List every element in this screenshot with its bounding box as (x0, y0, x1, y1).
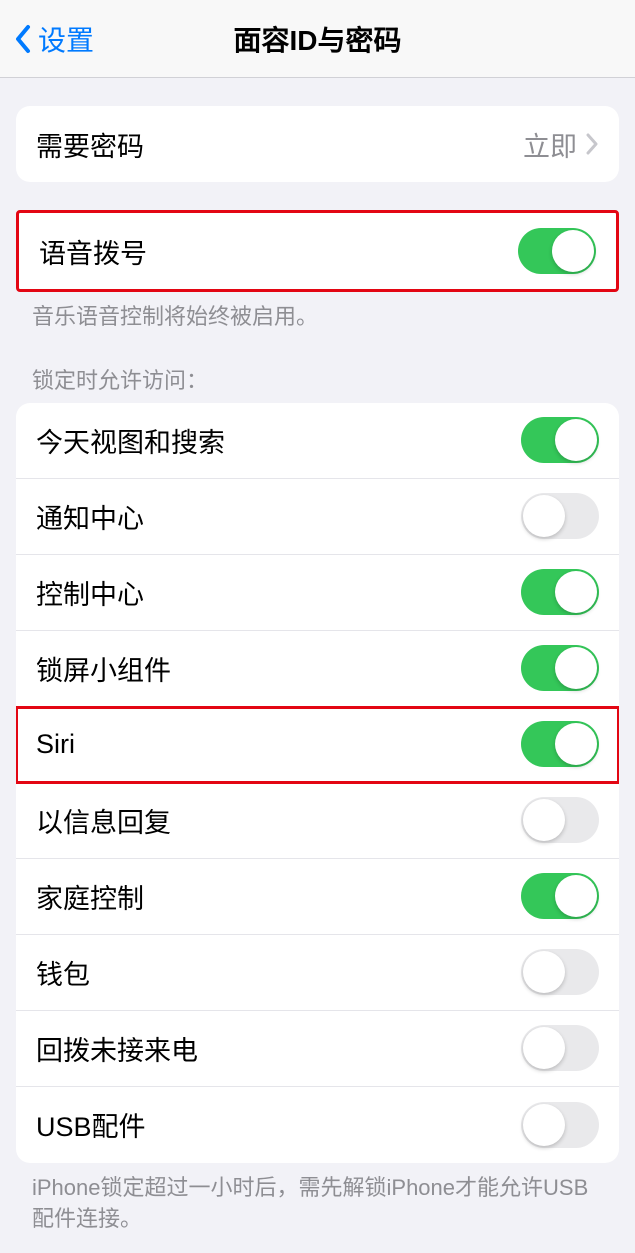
voice-dial-section: 语音拨号 (16, 210, 619, 292)
list-item-label: 控制中心 (36, 573, 144, 612)
list-item-toggle[interactable] (521, 873, 599, 919)
list-item-label: 家庭控制 (36, 877, 144, 916)
voice-dial-footer: 音乐语音控制将始终被启用。 (0, 292, 635, 333)
list-item-toggle[interactable] (521, 417, 599, 463)
chevron-left-icon (14, 24, 32, 54)
list-item-label: 回拨未接来电 (36, 1029, 198, 1068)
header: 设置 面容ID与密码 (0, 0, 635, 78)
lock-access-list: 今天视图和搜索通知中心控制中心锁屏小组件 Siri 以信息回复家庭控制钱包回拨未接来… (16, 403, 619, 1163)
list-item-toggle[interactable] (521, 721, 599, 767)
list-item: 锁屏小组件 (16, 631, 619, 707)
chevron-right-icon (585, 133, 599, 155)
list-item-label: USB配件 (36, 1105, 146, 1144)
list-item: 以信息回复 (16, 783, 619, 859)
list-item: 回拨未接来电 (16, 1011, 619, 1087)
require-passcode-section: 需要密码 立即 (16, 106, 619, 182)
list-item-label: 通知中心 (36, 497, 144, 536)
lock-access-footer: iPhone锁定超过一小时后，需先解锁iPhone才能允许USB配件连接。 (0, 1163, 635, 1235)
list-item-label: 以信息回复 (36, 801, 171, 840)
back-button[interactable]: 设置 (0, 19, 94, 59)
require-passcode-value: 立即 (523, 125, 577, 164)
voice-dial-label: 语音拨号 (39, 232, 147, 271)
list-item: USB配件 (16, 1087, 619, 1163)
list-item-toggle[interactable] (521, 1102, 599, 1148)
voice-dial-toggle[interactable] (518, 228, 596, 274)
list-item-label: 锁屏小组件 (36, 649, 171, 688)
require-passcode-label: 需要密码 (36, 125, 144, 164)
list-item-toggle[interactable] (521, 949, 599, 995)
list-item-toggle[interactable] (521, 645, 599, 691)
list-item: 家庭控制 (16, 859, 619, 935)
voice-dial-row: 语音拨号 (19, 213, 616, 289)
list-item-label: Siri (36, 729, 75, 760)
list-item: Siri (16, 707, 619, 783)
page-title: 面容ID与密码 (233, 19, 401, 59)
list-item-label: 今天视图和搜索 (36, 421, 225, 460)
list-item: 通知中心 (16, 479, 619, 555)
list-item: 今天视图和搜索 (16, 403, 619, 479)
list-item-toggle[interactable] (521, 1025, 599, 1071)
require-passcode-row[interactable]: 需要密码 立即 (16, 106, 619, 182)
list-item-toggle[interactable] (521, 569, 599, 615)
lock-access-header: 锁定时允许访问： (0, 333, 635, 403)
list-item-label: 钱包 (36, 953, 90, 992)
list-item-toggle[interactable] (521, 493, 599, 539)
list-item: 钱包 (16, 935, 619, 1011)
list-item: 控制中心 (16, 555, 619, 631)
list-item-toggle[interactable] (521, 797, 599, 843)
back-label: 设置 (38, 19, 94, 59)
